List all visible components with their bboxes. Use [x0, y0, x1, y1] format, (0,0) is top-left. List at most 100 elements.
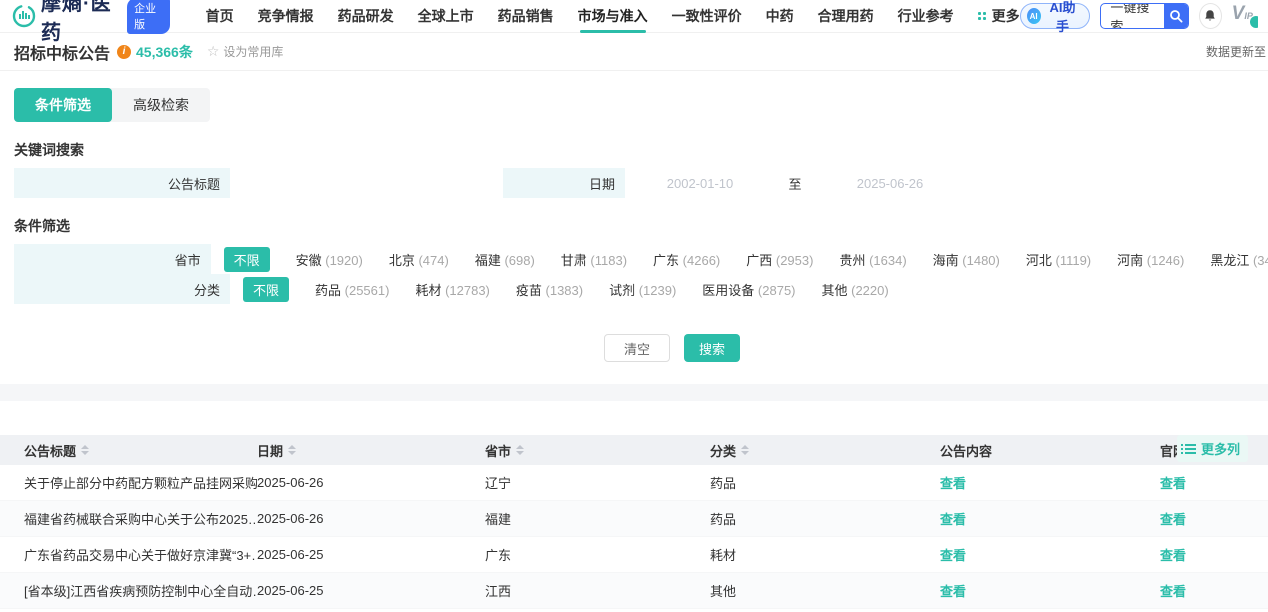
- nav-item-market-access[interactable]: 市场与准入: [578, 0, 648, 33]
- quick-search-button[interactable]: 一键搜索: [1100, 3, 1188, 29]
- filter-option[interactable]: 广东 (4266): [653, 250, 720, 269]
- filter-tabs: 条件筛选高级检索: [14, 88, 210, 122]
- filter-option[interactable]: 海南 (1480): [933, 250, 1000, 269]
- condition-filter-section: 条件筛选 省市不限安徽 (1920)北京 (474)福建 (698)甘肃 (11…: [0, 216, 1268, 304]
- announcement-title-cell[interactable]: 福建省药械联合采购中心关于公布2025…: [24, 509, 257, 528]
- more-columns-button[interactable]: 更多列: [1177, 435, 1248, 462]
- ai-assistant-button[interactable]: AI AI助手: [1020, 3, 1091, 29]
- filter-option[interactable]: 甘肃 (1183): [561, 250, 627, 269]
- category-cell: 耗材: [710, 545, 940, 564]
- content-cell: 查看: [940, 509, 1160, 528]
- filter-option[interactable]: 北京 (474): [389, 250, 449, 269]
- nav-item-competitive-intel[interactable]: 竞争情报: [258, 0, 314, 33]
- set-favorite-label[interactable]: 设为常用库: [223, 43, 283, 60]
- nav-item-global-listing[interactable]: 全球上市: [418, 0, 474, 33]
- column-header[interactable]: 公告标题: [24, 441, 257, 460]
- column-header[interactable]: 分类: [710, 441, 940, 460]
- content-cell: 查看: [940, 581, 1160, 600]
- keyword-search-section: 关键词搜索 公告标题 日期 2002-01-10 至 2025-06-26: [0, 140, 1268, 198]
- filter-option[interactable]: 不限: [224, 247, 270, 272]
- date-end-input[interactable]: 2025-06-26: [815, 176, 965, 191]
- filter-row-category: 分类不限 药品 (25561) 耗材 (12783) 疫苗 (1383) 试剂 (123…: [14, 274, 1268, 304]
- nav-item-home[interactable]: 首页: [206, 0, 234, 33]
- date-to-label: 至: [775, 174, 815, 193]
- filter-option[interactable]: 不限: [243, 277, 289, 302]
- filter-option[interactable]: 疫苗 (1383): [516, 280, 583, 299]
- column-header[interactable]: 省市: [485, 441, 710, 460]
- announcement-title-cell[interactable]: 关于停止部分中药配方颗粒产品挂网采购…: [24, 473, 257, 492]
- view-content-link[interactable]: 查看: [940, 476, 966, 491]
- vip-dot-icon: [1250, 16, 1258, 28]
- vip-badge[interactable]: VIP: [1232, 3, 1258, 29]
- table-row: 广东省药品交易中心关于做好京津冀“3+…2025-06-25广东耗材查看查看: [0, 537, 1268, 573]
- announcement-title-cell[interactable]: [省本级]江西省疾病预防控制中心全自动…: [24, 581, 257, 600]
- content-cell: 查看: [940, 545, 1160, 564]
- filter-option[interactable]: 药品 (25561): [315, 280, 389, 299]
- filter-option[interactable]: 河南 (1246): [1117, 250, 1184, 269]
- sort-icon[interactable]: [81, 445, 89, 455]
- view-official-site-link[interactable]: 查看: [1160, 584, 1186, 599]
- view-official-site-link[interactable]: 查看: [1160, 512, 1186, 527]
- view-content-link[interactable]: 查看: [940, 548, 966, 563]
- filter-option[interactable]: 其他 (2220): [822, 280, 889, 299]
- filter-option[interactable]: 黑龙江 (343): [1210, 250, 1268, 269]
- clear-button[interactable]: 清空: [604, 334, 670, 362]
- filter-option[interactable]: 福建 (698): [475, 250, 535, 269]
- view-content-link[interactable]: 查看: [940, 512, 966, 527]
- results-table-section: 更多列 公告标题日期省市分类公告内容官网 关于停止部分中药配方颗粒产品挂网采购……: [0, 435, 1268, 609]
- star-icon[interactable]: ☆: [207, 43, 220, 60]
- filter-option[interactable]: 广西 (2953): [746, 250, 813, 269]
- date-range-picker: 2002-01-10 至 2025-06-26: [625, 168, 980, 198]
- condition-section-title: 条件筛选: [14, 216, 1268, 236]
- option-count: (4266): [683, 253, 721, 268]
- filter-row-province: 省市不限安徽 (1920)北京 (474)福建 (698)甘肃 (1183)广东…: [14, 244, 1268, 274]
- action-row: 清空 搜索: [0, 334, 1268, 362]
- table-body: 关于停止部分中药配方颗粒产品挂网采购…2025-06-26辽宁药品查看查看福建省…: [0, 465, 1268, 609]
- page: 摩熵·医药 企业版 首页竞争情报药品研发全球上市药品销售市场与准入一致性评价中药…: [0, 0, 1268, 612]
- tab-condition-filter[interactable]: 条件筛选: [14, 88, 112, 122]
- option-count: (2220): [851, 283, 889, 298]
- filter-option[interactable]: 贵州 (1634): [839, 250, 906, 269]
- sort-icon[interactable]: [288, 445, 296, 455]
- option-count: (1480): [962, 253, 1000, 268]
- nav-item-tcm[interactable]: 中药: [766, 0, 794, 33]
- view-content-link[interactable]: 查看: [940, 584, 966, 599]
- date-cell: 2025-06-25: [257, 583, 485, 598]
- date-start-input[interactable]: 2002-01-10: [625, 176, 775, 191]
- announcement-title-cell[interactable]: 广东省药品交易中心关于做好京津冀“3+…: [24, 545, 257, 564]
- tab-advanced-search[interactable]: 高级检索: [112, 88, 210, 122]
- nav-item-industry-reference[interactable]: 行业参考: [898, 0, 954, 33]
- filter-option[interactable]: 医用设备 (2875): [702, 280, 795, 299]
- nav-item-more[interactable]: 更多: [978, 0, 1020, 33]
- filter-option[interactable]: 河北 (1119): [1026, 250, 1091, 269]
- ai-assistant-label: AI助手: [1046, 0, 1080, 35]
- nav-item-consistency-eval[interactable]: 一致性评价: [672, 0, 742, 33]
- filter-option[interactable]: 安徽 (1920): [296, 250, 363, 269]
- announcement-title-label: 公告标题: [14, 168, 230, 198]
- nav-item-drug-rd[interactable]: 药品研发: [338, 0, 394, 33]
- column-header[interactable]: 日期: [257, 441, 485, 460]
- filter-option[interactable]: 试剂 (1239): [609, 280, 676, 299]
- announcement-title-input[interactable]: [230, 168, 497, 198]
- notification-bell-icon[interactable]: [1199, 3, 1222, 29]
- result-count: 45,366条: [136, 42, 193, 62]
- info-icon[interactable]: i: [117, 45, 131, 59]
- search-button[interactable]: 搜索: [684, 334, 740, 362]
- option-count: (1119): [1055, 253, 1091, 268]
- option-count: (1246): [1147, 253, 1185, 268]
- filter-option[interactable]: 耗材 (12783): [415, 280, 489, 299]
- view-official-site-link[interactable]: 查看: [1160, 476, 1186, 491]
- category-label: 分类: [14, 274, 230, 304]
- category-options: 不限 药品 (25561) 耗材 (12783) 疫苗 (1383) 试剂 (1239)…: [230, 274, 889, 304]
- option-count: (2875): [758, 283, 796, 298]
- filter-rows: 省市不限安徽 (1920)北京 (474)福建 (698)甘肃 (1183)广东…: [0, 244, 1268, 304]
- view-official-site-link[interactable]: 查看: [1160, 548, 1186, 563]
- sort-icon[interactable]: [516, 445, 524, 455]
- more-columns-label: 更多列: [1201, 439, 1240, 458]
- nav-item-drug-sales[interactable]: 药品销售: [498, 0, 554, 33]
- option-count: (343): [1253, 253, 1268, 268]
- search-icon[interactable]: [1164, 3, 1188, 29]
- official-site-cell: 查看: [1160, 581, 1268, 600]
- sort-icon[interactable]: [741, 445, 749, 455]
- nav-item-rational-use[interactable]: 合理用药: [818, 0, 874, 33]
